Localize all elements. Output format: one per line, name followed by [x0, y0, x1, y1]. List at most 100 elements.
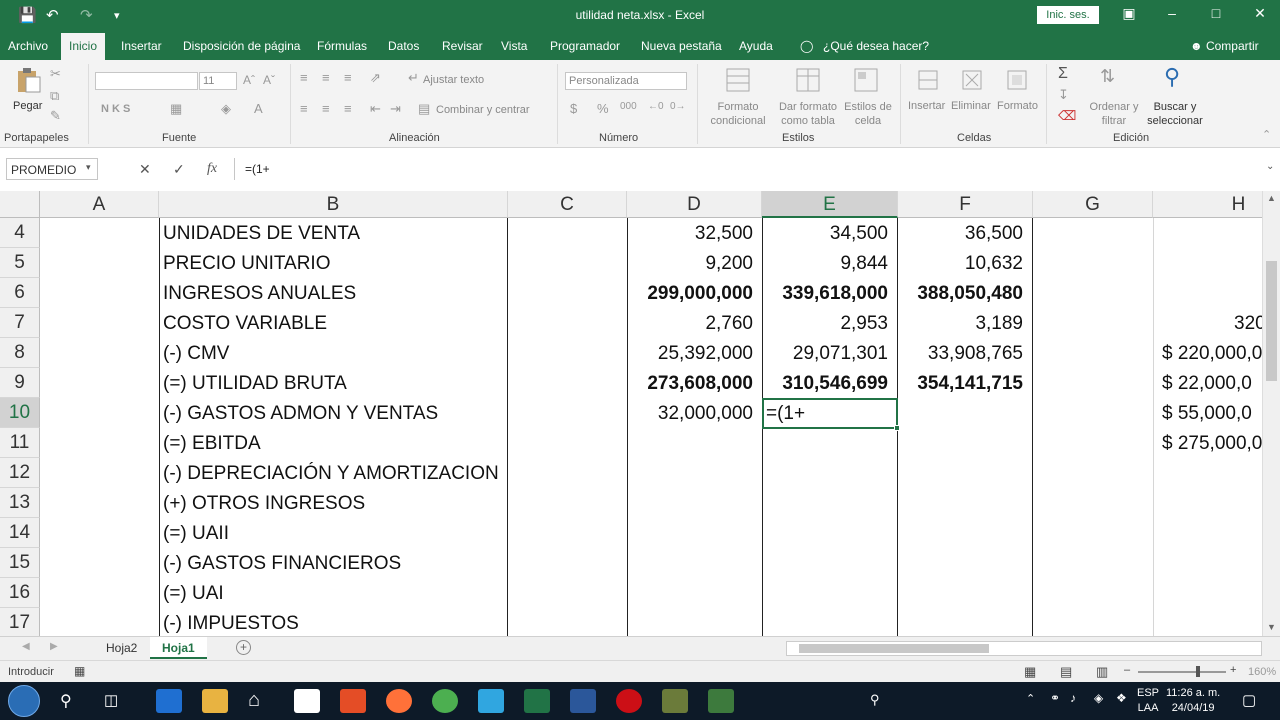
next-sheet-icon[interactable]: ▶: [50, 641, 58, 652]
tab-ayuda[interactable]: Ayuda: [739, 39, 773, 53]
search-icon[interactable]: ⚲: [60, 691, 72, 711]
cell-d8[interactable]: 25,392,000: [630, 339, 753, 369]
tab-datos[interactable]: Datos: [388, 39, 419, 53]
row-header[interactable]: 5: [0, 248, 40, 278]
row-header[interactable]: 6: [0, 278, 40, 308]
merge-icon[interactable]: ▤: [418, 101, 430, 117]
col-header-h[interactable]: H: [1153, 191, 1262, 218]
merge-center-button[interactable]: Combinar y centrar: [436, 104, 530, 116]
row-header[interactable]: 11: [0, 428, 40, 458]
number-format-select[interactable]: Personalizada: [565, 72, 687, 90]
delete-cells-label[interactable]: Eliminar: [951, 100, 991, 112]
align-right-icon[interactable]: ≡: [344, 101, 352, 116]
page-layout-icon[interactable]: ▤: [1060, 664, 1072, 680]
insert-cells-icon[interactable]: [914, 66, 942, 94]
sign-in-button[interactable]: Inic. ses.: [1037, 6, 1099, 24]
cell-b14[interactable]: (=) UAII: [163, 519, 229, 549]
cell-styles-label[interactable]: Estilos de celda: [842, 100, 894, 128]
cell-h7[interactable]: 320: [1234, 309, 1262, 339]
tab-formulas[interactable]: Fórmulas: [317, 39, 367, 53]
col-header-b[interactable]: B: [159, 191, 508, 218]
wrap-text-icon[interactable]: ↵: [408, 70, 419, 86]
cancel-entry-icon[interactable]: ✕: [139, 161, 151, 178]
format-cells-label[interactable]: Formato: [997, 100, 1038, 112]
cell-d7[interactable]: 2,760: [630, 309, 753, 339]
cell-e8[interactable]: 29,071,301: [765, 339, 888, 369]
font-size-input[interactable]: 11: [199, 72, 237, 90]
horizontal-scrollbar[interactable]: [786, 641, 1262, 656]
col-header-e[interactable]: E: [762, 191, 898, 218]
file-explorer-icon[interactable]: [202, 689, 228, 713]
row-header[interactable]: 17: [0, 608, 40, 636]
language-indicator[interactable]: ESP LAA: [1137, 686, 1159, 716]
cell-b11[interactable]: (=) EBITDA: [163, 429, 261, 459]
confirm-entry-icon[interactable]: ✓: [173, 161, 185, 178]
format-painter-icon[interactable]: ✎: [50, 108, 61, 124]
cell-b16[interactable]: (=) UAI: [163, 579, 224, 609]
cell-e6[interactable]: 339,618,000: [765, 279, 888, 309]
chrome-icon[interactable]: [432, 689, 458, 713]
cell-f7[interactable]: 3,189: [900, 309, 1023, 339]
people-icon[interactable]: ⚲: [870, 692, 880, 708]
wrap-text-button[interactable]: Ajustar texto: [423, 74, 484, 86]
format-table-icon[interactable]: [794, 66, 822, 94]
cell-e7[interactable]: 2,953: [765, 309, 888, 339]
cell-b6[interactable]: INGRESOS ANUALES: [163, 279, 356, 309]
bold-italic-underline[interactable]: N K S: [101, 103, 130, 115]
home-icon[interactable]: ⌂: [248, 689, 274, 713]
zoom-in-icon[interactable]: +: [1230, 664, 1236, 676]
cell-d4[interactable]: 32,500: [630, 219, 753, 249]
pdf-app-icon[interactable]: [340, 689, 366, 713]
format-cells-icon[interactable]: [1003, 66, 1031, 94]
close-button[interactable]: ✕: [1248, 5, 1272, 22]
zoom-slider-thumb[interactable]: [1196, 666, 1200, 677]
normal-view-icon[interactable]: ▦: [1024, 664, 1036, 680]
col-header-d[interactable]: D: [627, 191, 762, 218]
cell-f9[interactable]: 354,141,715: [900, 369, 1023, 399]
currency-icon[interactable]: $: [570, 101, 577, 116]
fill-icon[interactable]: ↧: [1058, 87, 1069, 103]
vertical-scrollbar[interactable]: ▲ ▼: [1262, 191, 1280, 636]
cell-h11[interactable]: $ 275,000,0: [1162, 429, 1262, 459]
tab-programador[interactable]: Programador: [550, 39, 620, 53]
scrollbar-thumb[interactable]: [1266, 261, 1277, 381]
cell-d6[interactable]: 299,000,000: [630, 279, 753, 309]
tray-expand-icon[interactable]: ⌃: [1026, 692, 1035, 705]
tab-vista[interactable]: Vista: [501, 39, 527, 53]
tell-me-search[interactable]: ¿Qué desea hacer?: [823, 39, 929, 53]
collapse-ribbon-icon[interactable]: ⌃: [1262, 128, 1271, 141]
mail-app-icon[interactable]: [156, 689, 182, 713]
macro-record-icon[interactable]: ▦: [74, 664, 85, 678]
cell-b7[interactable]: COSTO VARIABLE: [163, 309, 327, 339]
word-taskbar-icon[interactable]: [570, 689, 596, 713]
paste-label[interactable]: Pegar: [13, 100, 42, 112]
increase-font-icon[interactable]: Aˆ: [243, 73, 255, 87]
row-header[interactable]: 12: [0, 458, 40, 488]
apps-grid-icon[interactable]: [294, 689, 320, 713]
col-header-f[interactable]: F: [898, 191, 1033, 218]
name-box-dropdown-icon[interactable]: ▾: [86, 162, 91, 173]
cell-e5[interactable]: 9,844: [765, 249, 888, 279]
cell-d10[interactable]: 32,000,000: [630, 399, 753, 429]
minimize-button[interactable]: –: [1160, 5, 1184, 21]
notifications-icon[interactable]: ▢: [1242, 691, 1256, 709]
cell-b9[interactable]: (=) UTILIDAD BRUTA: [163, 369, 347, 399]
paste-icon[interactable]: [14, 66, 42, 94]
align-bottom-icon[interactable]: ≡: [344, 70, 352, 85]
align-center-icon[interactable]: ≡: [322, 101, 330, 116]
excel-taskbar-icon[interactable]: [524, 689, 550, 713]
fill-handle[interactable]: [894, 425, 900, 431]
sheet-tab-hoja1[interactable]: Hoja1: [150, 637, 207, 659]
copy-icon[interactable]: ⧉: [50, 88, 59, 104]
format-table-label[interactable]: Dar formato como tabla: [774, 100, 842, 128]
cell-b17[interactable]: (-) IMPUESTOS: [163, 609, 299, 636]
cut-icon[interactable]: ✂: [50, 66, 61, 82]
cell-e4[interactable]: 34,500: [765, 219, 888, 249]
increase-indent-icon[interactable]: ⇥: [390, 101, 401, 117]
scroll-down-icon[interactable]: ▼: [1267, 622, 1276, 632]
tab-insertar[interactable]: Insertar: [121, 39, 162, 53]
clock[interactable]: 11:26 a. m. 24/04/19: [1166, 686, 1220, 716]
cell-d9[interactable]: 273,608,000: [630, 369, 753, 399]
col-header-g[interactable]: G: [1033, 191, 1153, 218]
cell-h8[interactable]: $ 220,000,0: [1162, 339, 1262, 369]
